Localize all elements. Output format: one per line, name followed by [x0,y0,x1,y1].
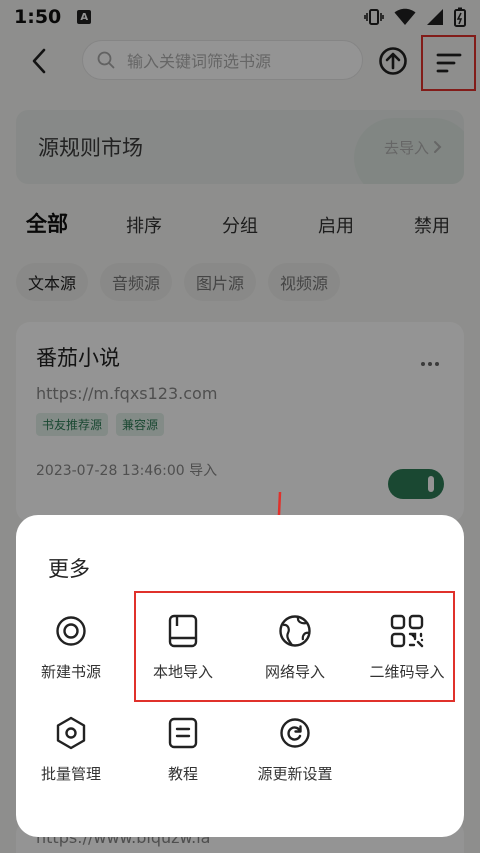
hexagon-settings-icon [53,715,89,751]
tutorial-button[interactable]: 教程 [133,715,233,784]
market-title: 源规则市场 [38,136,143,160]
sheet-title: 更多 [48,557,90,581]
batch-manage-label: 批量管理 [40,765,101,783]
refresh-icon [277,715,313,751]
source-update-settings-button[interactable]: 源更新设置 [245,715,345,784]
source-update-settings-label: 源更新设置 [257,765,333,783]
highlight-box-import-options [134,591,455,702]
tutorial-label: 教程 [167,765,198,783]
new-source-label: 新建书源 [40,663,101,681]
market-import-link[interactable]: 去导入 [384,137,442,158]
batch-manage-button[interactable]: 批量管理 [21,715,121,784]
new-source-button[interactable]: 新建书源 [21,613,121,682]
target-icon [53,613,89,649]
market-import-label: 去导入 [383,138,429,157]
chevron-right-icon [434,141,442,153]
document-icon [165,715,201,751]
